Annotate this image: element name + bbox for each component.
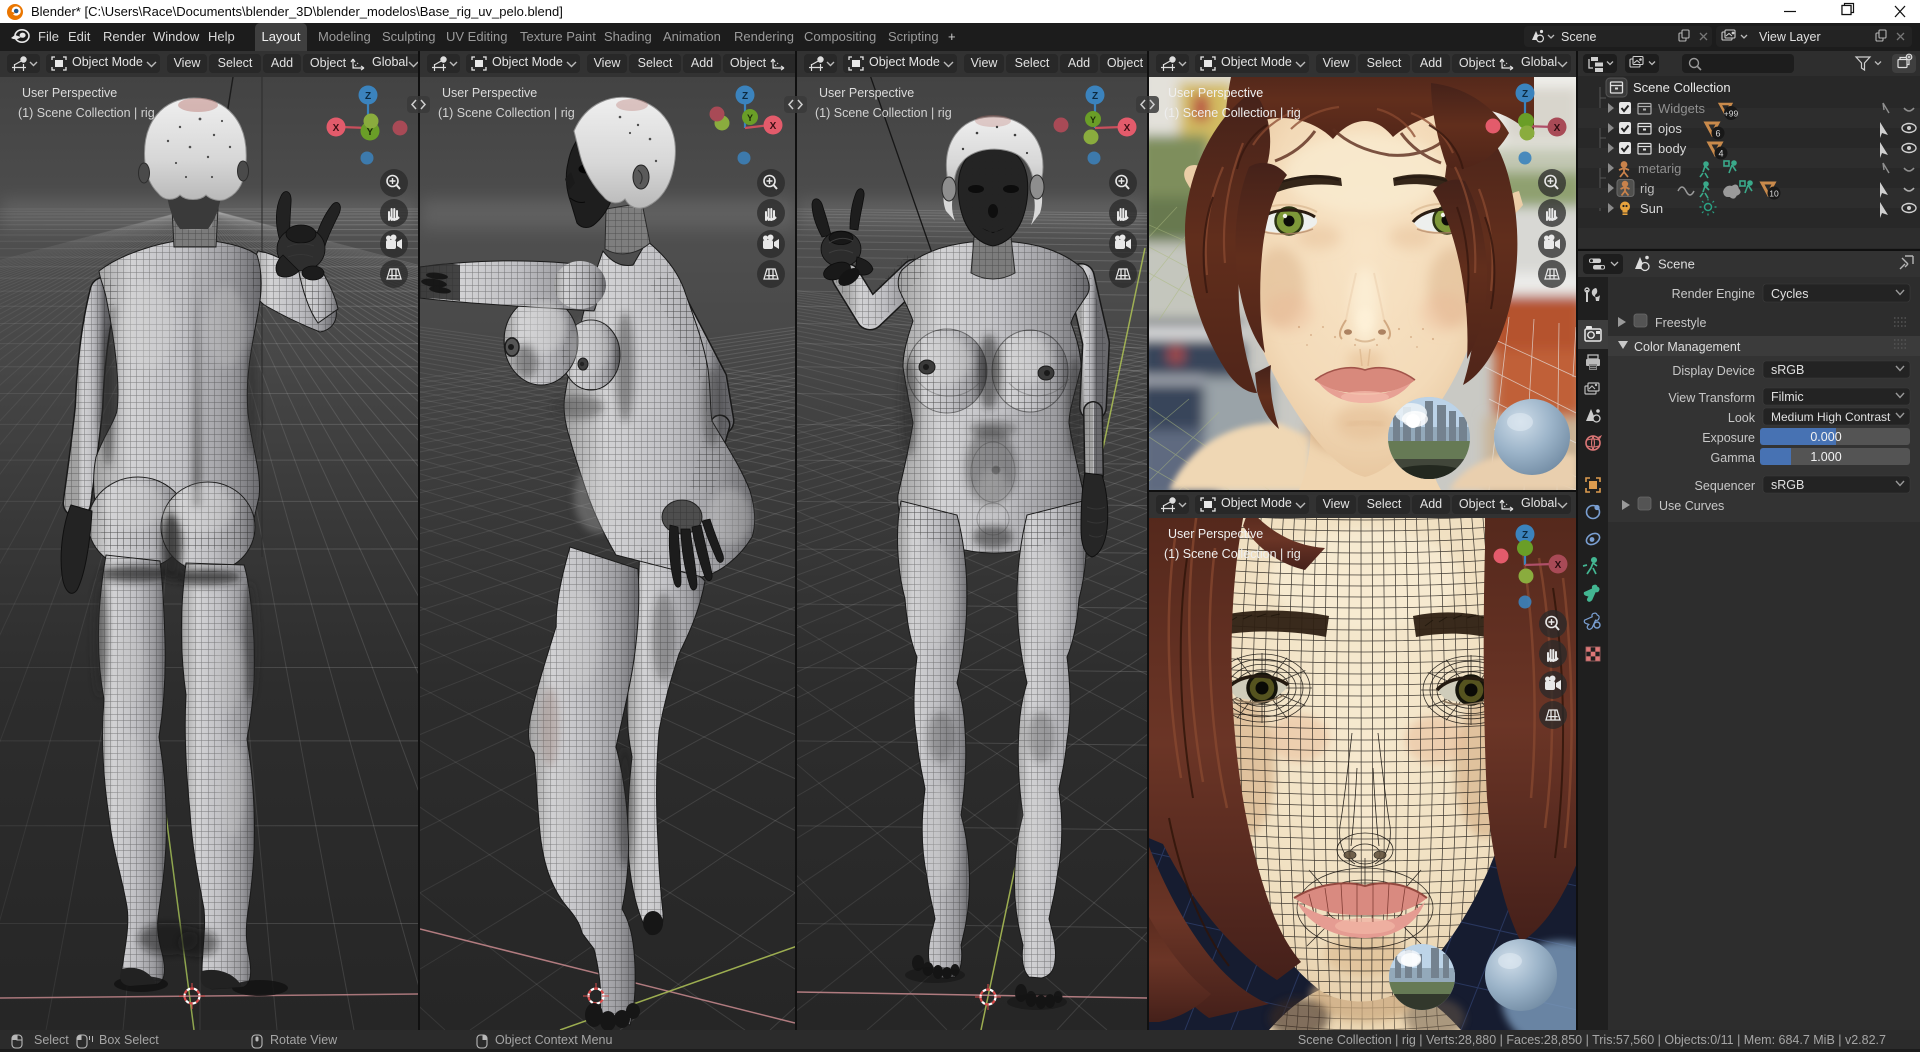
svg-text:Gamma: Gamma <box>1711 451 1756 465</box>
svg-text:User Perspective: User Perspective <box>819 86 914 100</box>
svg-text:Widgets: Widgets <box>1658 101 1705 116</box>
svg-text:User Perspective: User Perspective <box>1168 86 1263 100</box>
svg-text:Use Curves: Use Curves <box>1659 499 1724 513</box>
svg-text:rig: rig <box>1640 181 1654 196</box>
svg-text:User Perspective: User Perspective <box>22 86 117 100</box>
svg-text:Scene: Scene <box>1561 30 1596 44</box>
svg-text:Cycles: Cycles <box>1771 287 1809 301</box>
svg-text:1.000: 1.000 <box>1810 450 1841 464</box>
svg-text:sRGB: sRGB <box>1771 478 1804 492</box>
svg-text:(1) Scene Collection | rig: (1) Scene Collection | rig <box>18 106 155 120</box>
svg-text:View Transform: View Transform <box>1668 391 1755 405</box>
svg-text:(1) Scene Collection | rig: (1) Scene Collection | rig <box>438 106 575 120</box>
svg-text:+99: +99 <box>1724 109 1739 119</box>
svg-text:Scene Collection: Scene Collection <box>1633 80 1731 95</box>
svg-text:User Perspective: User Perspective <box>442 86 537 100</box>
svg-text:Z: Z <box>1092 91 1098 102</box>
svg-text:Freestyle: Freestyle <box>1655 316 1706 330</box>
svg-text:Z: Z <box>365 91 371 102</box>
svg-text:0.000: 0.000 <box>1810 430 1841 444</box>
svg-text:Display Device: Display Device <box>1672 364 1755 378</box>
svg-text:6: 6 <box>1715 129 1720 139</box>
svg-text:10: 10 <box>1769 189 1779 199</box>
svg-text:Look: Look <box>1728 411 1756 425</box>
svg-text:Z: Z <box>1522 530 1528 541</box>
svg-text:Render Engine: Render Engine <box>1672 287 1755 301</box>
svg-text:Color Management: Color Management <box>1634 340 1741 354</box>
svg-text:X: X <box>770 121 777 132</box>
svg-text:Scene: Scene <box>1658 257 1695 272</box>
svg-text:Z: Z <box>1522 89 1528 100</box>
svg-text:Sun: Sun <box>1640 201 1663 216</box>
svg-text:4: 4 <box>1718 149 1723 159</box>
svg-text:Y: Y <box>747 113 753 123</box>
svg-text:Z: Z <box>742 91 748 102</box>
svg-text:Sequencer: Sequencer <box>1695 479 1755 493</box>
svg-text:View Layer: View Layer <box>1759 30 1821 44</box>
svg-text:X: X <box>1555 560 1562 571</box>
svg-text:(1) Scene Collection | rig: (1) Scene Collection | rig <box>815 106 952 120</box>
svg-text:metarig: metarig <box>1638 161 1681 176</box>
svg-text:(1) Scene Collection | rig: (1) Scene Collection | rig <box>1164 106 1301 120</box>
svg-text:sRGB: sRGB <box>1771 363 1804 377</box>
svg-text:Medium High Contrast: Medium High Contrast <box>1771 410 1891 424</box>
svg-text:Exposure: Exposure <box>1702 431 1755 445</box>
svg-text:X: X <box>1124 123 1131 134</box>
svg-text:X: X <box>333 123 340 134</box>
svg-text:Y: Y <box>367 127 374 138</box>
svg-text:X: X <box>1554 123 1561 134</box>
svg-text:(1) Scene Collection | rig: (1) Scene Collection | rig <box>1164 547 1301 561</box>
svg-text:Filmic: Filmic <box>1771 390 1804 404</box>
svg-text:User Perspective: User Perspective <box>1168 527 1263 541</box>
svg-text:body: body <box>1658 141 1687 156</box>
svg-text:Y: Y <box>1090 115 1096 125</box>
svg-text:ojos: ojos <box>1658 121 1682 136</box>
